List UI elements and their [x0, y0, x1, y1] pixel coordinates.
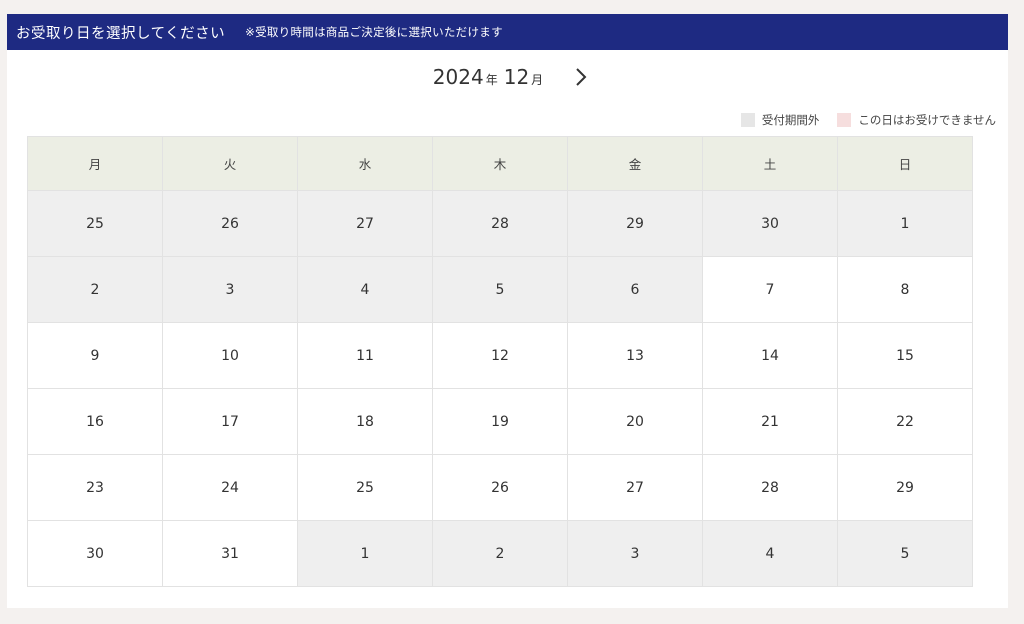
month-navigation: 2024 年 12 月	[0, 62, 1024, 92]
weekday-fri: 金	[567, 136, 703, 191]
legend-swatch-out-of-period	[740, 113, 755, 127]
calendar-day-out-of-period: 4	[297, 256, 433, 323]
calendar-day-selectable[interactable]: 18	[297, 388, 433, 455]
calendar-day-selectable[interactable]: 13	[567, 322, 703, 389]
calendar-day-selectable[interactable]: 16	[27, 388, 163, 455]
calendar-day-selectable[interactable]: 10	[162, 322, 298, 389]
calendar-day-selectable[interactable]: 17	[162, 388, 298, 455]
calendar-day-selectable[interactable]: 19	[432, 388, 568, 455]
calendar-week-row: 16 17 18 19 20 21 22	[27, 388, 973, 455]
calendar-day-selectable[interactable]: 22	[837, 388, 973, 455]
legend-label-out-of-period: 受付期間外	[761, 113, 820, 127]
legend-swatch-unavailable	[837, 113, 852, 127]
calendar-day-out-of-period: 4	[702, 520, 838, 587]
header-bar: お受取り日を選択してください ※受取り時間は商品ご決定後に選択いただけます	[7, 14, 1008, 50]
calendar-day-selectable[interactable]: 23	[27, 454, 163, 521]
calendar-day-out-of-period: 30	[702, 190, 838, 257]
calendar-day-selectable[interactable]: 30	[27, 520, 163, 587]
weekday-thu: 木	[432, 136, 568, 191]
legend-item-unavailable: この日はお受けできません	[837, 112, 996, 128]
weekday-mon: 月	[27, 136, 163, 191]
weekday-header-row: 月 火 水 木 金 土 日	[27, 136, 973, 191]
calendar-day-out-of-period: 1	[837, 190, 973, 257]
calendar-week-row: 30 31 1 2 3 4 5	[27, 520, 973, 587]
calendar-day-selectable[interactable]: 26	[432, 454, 568, 521]
calendar-day-selectable[interactable]: 29	[837, 454, 973, 521]
calendar-day-out-of-period: 3	[162, 256, 298, 323]
legend: 受付期間外 この日はお受けできません	[723, 112, 996, 128]
calendar-day-out-of-period: 29	[567, 190, 703, 257]
weekday-sun: 日	[837, 136, 973, 191]
calendar-day-out-of-period: 1	[297, 520, 433, 587]
legend-item-out-of-period: 受付期間外	[740, 112, 820, 128]
current-month: 2024 年 12 月	[433, 65, 549, 89]
chevron-right-icon	[576, 68, 587, 86]
calendar-week-row: 9 10 11 12 13 14 15	[27, 322, 973, 389]
calendar-day-selectable[interactable]: 7	[702, 256, 838, 323]
calendar-day-out-of-period: 3	[567, 520, 703, 587]
weekday-sat: 土	[702, 136, 838, 191]
calendar-day-out-of-period: 6	[567, 256, 703, 323]
calendar-week-row: 2345678	[27, 256, 973, 323]
year-value: 2024	[432, 65, 484, 89]
calendar-day-out-of-period: 28	[432, 190, 568, 257]
calendar-day-selectable[interactable]: 21	[702, 388, 838, 455]
calendar-day-selectable[interactable]: 27	[567, 454, 703, 521]
month-unit: 月	[531, 73, 544, 87]
calendar-day-out-of-period: 27	[297, 190, 433, 257]
calendar-day-selectable[interactable]: 14	[702, 322, 838, 389]
month-value: 12	[503, 65, 530, 89]
calendar-day-out-of-period: 25	[27, 190, 163, 257]
calendar-day-selectable[interactable]: 9	[27, 322, 163, 389]
calendar-week-row: 25 26 27 28 29 30 1	[27, 190, 973, 257]
calendar-day-out-of-period: 2	[27, 256, 163, 323]
calendar-day-selectable[interactable]: 15	[837, 322, 973, 389]
calendar-week-row: 23 24 25 26 27 28 29	[27, 454, 973, 521]
calendar-day-out-of-period: 5	[432, 256, 568, 323]
calendar-body: 25 26 27 28 29 30 1 2 3 4 5 6 7 8 9 10 11 12 13 14 15 16 17 18 1…	[27, 190, 973, 587]
header-title: お受取り日を選択してください	[16, 25, 226, 42]
calendar-day-selectable[interactable]: 12	[432, 322, 568, 389]
weekday-tue: 火	[162, 136, 298, 191]
calendar-day-selectable[interactable]: 8	[837, 256, 973, 323]
next-month-button[interactable]	[571, 65, 591, 89]
year-unit: 年	[485, 73, 498, 87]
calendar-day-selectable[interactable]: 24	[162, 454, 298, 521]
calendar-grid: 月 火 水 木 金 土 日 25 26 27 28 29 30 1 2 3 4 5 6 7 8 9 10 11 1…	[27, 136, 973, 587]
calendar-day-selectable[interactable]: 28	[702, 454, 838, 521]
calendar-day-selectable[interactable]: 20	[567, 388, 703, 455]
calendar-day-selectable[interactable]: 11	[297, 322, 433, 389]
header-note: ※受取り時間は商品ご決定後に選択いただけます	[245, 25, 503, 39]
calendar-day-selectable[interactable]: 25	[297, 454, 433, 521]
calendar-day-out-of-period: 26	[162, 190, 298, 257]
weekday-wed: 水	[297, 136, 433, 191]
calendar-day-selectable[interactable]: 31	[162, 520, 298, 587]
legend-label-unavailable: この日はお受けできません	[858, 113, 996, 127]
calendar-day-out-of-period: 2	[432, 520, 568, 587]
calendar-day-out-of-period: 5	[837, 520, 973, 587]
